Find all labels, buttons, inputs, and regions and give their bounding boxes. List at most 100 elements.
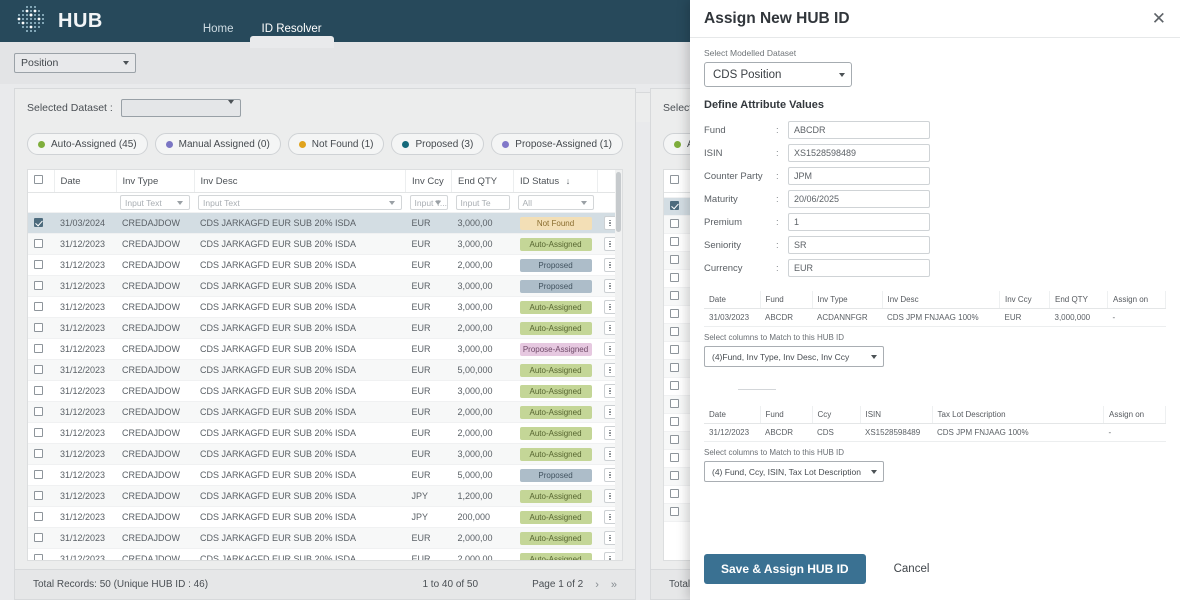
row-checkbox[interactable] [670, 489, 680, 498]
legend-chip-proposed[interactable]: Proposed (3) [391, 133, 485, 155]
row-checkbox[interactable] [34, 385, 43, 395]
table-row[interactable]: 31/12/2023 CREDAJDOW CDS JARKAGFD EUR SUB … [28, 548, 622, 560]
row-checkbox[interactable] [34, 259, 43, 269]
table-row[interactable]: 31/12/2023 CREDAJDOW CDS JARKAGFD EUR SUB … [28, 464, 622, 486]
cancel-button[interactable]: Cancel [888, 562, 936, 576]
table-row[interactable]: 31/03/2024 CREDAJDOW CDS JARKAGFD EUR SUB … [28, 212, 622, 234]
table-row[interactable]: 31/12/2023 CREDAJDOW CDS JARKAGFD EUR SUB … [28, 233, 622, 255]
seniority-field[interactable]: SR [788, 236, 930, 254]
row-checkbox[interactable] [670, 399, 680, 408]
cell-inv-desc: CDS JARKAGFD EUR SUB 20% ISDA [194, 275, 406, 297]
modelled-dataset-select[interactable]: CDS Position [704, 62, 852, 87]
row-checkbox[interactable] [670, 237, 680, 246]
match-columns-select-1[interactable]: (4)Fund, Inv Type, Inv Desc, Inv Ccy [704, 346, 884, 367]
table-row[interactable]: 31/12/2023 CREDAJDOW CDS JARKAGFD EUR SUB … [28, 527, 622, 549]
row-checkbox[interactable] [34, 553, 43, 560]
table-row[interactable]: 31/12/2023 CREDAJDOW CDS JARKAGFD EUR SUB … [28, 485, 622, 507]
row-checkbox[interactable] [34, 364, 43, 374]
row-checkbox[interactable] [670, 291, 680, 300]
table-row[interactable]: 31/12/2023 CREDAJDOW CDS JARKAGFD EUR SUB … [28, 401, 622, 423]
maturity-field[interactable]: 20/06/2025 [788, 190, 930, 208]
row-checkbox[interactable] [670, 345, 680, 354]
header-inv-ccy[interactable]: Inv Ccy [405, 170, 453, 193]
legend-chip-manual-assigned[interactable]: Manual Assigned (0) [154, 133, 281, 155]
row-checkbox[interactable] [34, 469, 43, 479]
legend-chip-not-found[interactable]: Not Found (1) [287, 133, 385, 155]
row-checkbox[interactable] [34, 532, 43, 542]
row-checkbox[interactable] [670, 327, 680, 336]
row-checkbox[interactable] [670, 309, 680, 318]
save-and-assign-hub-id-button[interactable]: Save & Assign HUB ID [704, 554, 866, 584]
nav-item-id-resolver[interactable]: ID Resolver [249, 23, 334, 48]
currency-field[interactable]: EUR [788, 259, 930, 277]
scrollbar-thumb[interactable] [616, 172, 622, 232]
row-checkbox[interactable] [34, 280, 43, 290]
header-end-qty[interactable]: End QTY [451, 170, 515, 193]
row-checkbox[interactable] [34, 301, 43, 311]
row-checkbox[interactable] [34, 490, 43, 500]
row-checkbox[interactable] [34, 427, 43, 437]
table-row[interactable]: 31/12/2023 CREDAJDOW CDS JARKAGFD EUR SUB … [28, 443, 622, 465]
table-row[interactable]: 31/12/2023 CREDAJDOW CDS JARKAGFD EUR SUB … [28, 359, 622, 381]
header-inv-desc[interactable]: Inv Desc [194, 170, 407, 193]
cell-end-qty: 5,00,000 [451, 359, 514, 381]
isin-field[interactable]: XS1528598489 [788, 144, 930, 162]
cell-id-status: Proposed [513, 275, 598, 297]
row-checkbox[interactable] [670, 255, 680, 264]
cell-id-status: Proposed [513, 464, 598, 486]
row-checkbox[interactable] [670, 219, 680, 228]
row-checkbox[interactable] [34, 322, 43, 332]
close-icon[interactable]: ✕ [1152, 10, 1166, 27]
row-checkbox[interactable] [670, 201, 680, 210]
row-checkbox[interactable] [34, 406, 43, 416]
table-row[interactable]: 31/12/2023 CREDAJDOW CDS JARKAGFD EUR SUB … [28, 296, 622, 318]
filter-input-inv-ccy[interactable]: Input T... [409, 195, 448, 210]
row-checkbox[interactable] [670, 381, 680, 390]
row-checkbox[interactable] [670, 453, 680, 462]
premium-field[interactable]: 1 [788, 213, 930, 231]
fund-field[interactable]: ABCDR [788, 121, 930, 139]
row-checkbox[interactable] [670, 363, 680, 372]
left-selected-dataset-select[interactable] [120, 99, 241, 117]
row-checkbox[interactable] [670, 273, 680, 282]
table-row[interactable]: 31/12/2023 CREDAJDOW CDS JARKAGFD EUR SUB … [28, 254, 622, 276]
row-checkbox[interactable] [670, 471, 680, 480]
legend-chip-propose-assigned[interactable]: Propose-Assigned (1) [491, 133, 624, 155]
header-inv-type[interactable]: Inv Type [116, 170, 195, 193]
nav-item-home[interactable]: Home [203, 23, 234, 42]
table-row[interactable]: 31/12/2023 CREDAJDOW CDS JARKAGFD EUR SUB … [28, 338, 622, 360]
row-checkbox[interactable] [34, 448, 43, 458]
table-row[interactable]: 31/12/2023 CREDAJDOW CDS JARKAGFD EUR SUB … [28, 506, 622, 528]
last-page-button[interactable]: » [611, 579, 617, 591]
table-row[interactable]: 31/12/2023 CREDAJDOW CDS JARKAGFD EUR SUB … [28, 275, 622, 297]
row-checkbox[interactable] [34, 343, 43, 353]
row-checkbox[interactable] [34, 238, 43, 248]
attribute-label: Premium [704, 216, 743, 228]
row-checkbox[interactable] [670, 507, 680, 516]
cell-inv-type: CREDAJDOW [116, 485, 194, 507]
header-id-status[interactable]: ID Status ↓ [513, 170, 599, 193]
row-checkbox[interactable] [670, 417, 680, 426]
table-row[interactable]: 31/12/2023 CREDAJDOW CDS JARKAGFD EUR SUB … [28, 422, 622, 444]
left-grid-scrollbar[interactable] [615, 170, 623, 560]
t2-header-assign-on: Assign on [1103, 406, 1166, 424]
header-date[interactable]: Date [54, 170, 117, 193]
row-checkbox[interactable] [670, 435, 680, 444]
filter-input-inv-desc[interactable]: Input Text [198, 195, 402, 210]
filter-input-end-qty[interactable]: Input Te [455, 195, 510, 210]
match-columns-select-2[interactable]: (4) Fund, Ccy, ISIN, Tax Lot Description [704, 461, 884, 482]
next-page-button[interactable]: › [595, 579, 599, 591]
select-all-checkbox[interactable] [670, 175, 680, 184]
table-row[interactable]: 31/12/2023 CREDAJDOW CDS JARKAGFD EUR SUB … [28, 317, 622, 339]
filter-input-inv-type[interactable]: Input Text [120, 195, 190, 210]
counter-party-field[interactable]: JPM [788, 167, 930, 185]
assign-new-hub-id-modal: Assign New HUB ID ✕ Select Modelled Data… [690, 0, 1180, 600]
legend-chip-auto-assigned[interactable]: Auto-Assigned (45) [27, 133, 148, 155]
table-row[interactable]: 31/12/2023 CREDAJDOW CDS JARKAGFD EUR SUB … [28, 380, 622, 402]
filter-select-id-status[interactable]: All [517, 195, 594, 210]
row-checkbox[interactable] [34, 511, 43, 521]
position-dataset-select[interactable]: Position [14, 53, 136, 73]
select-all-checkbox[interactable] [34, 175, 43, 184]
row-checkbox[interactable] [34, 217, 43, 227]
sort-down-arrow-icon[interactable]: ↓ [566, 176, 571, 186]
